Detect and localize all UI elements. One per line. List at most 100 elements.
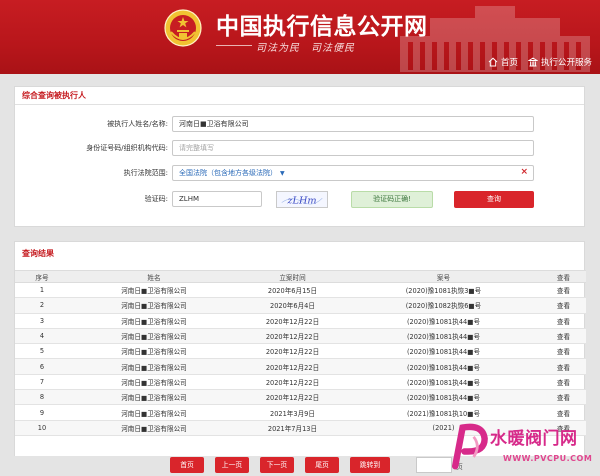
results-body: 1 河南日■卫浴有限公司 2020年6月15日 (2020)豫1081执恢3■号 查看 2… bbox=[15, 282, 586, 436]
name-input[interactable] bbox=[172, 116, 534, 132]
cell-no: 7 bbox=[15, 374, 69, 391]
table-row: 5 河南日■卫浴有限公司 2020年12月22日 (2020)豫1081执44■号 查看 bbox=[15, 343, 586, 360]
site-title: 中国执行信息公开网 bbox=[216, 14, 428, 40]
cell-name: 河南日■卫浴有限公司 bbox=[69, 328, 239, 345]
cell-date: 2020年12月22日 bbox=[239, 343, 346, 360]
court-range-value: 全国法院（包含地方各级法院） bbox=[179, 169, 277, 177]
table-row: 4 河南日■卫浴有限公司 2020年12月22日 (2020)豫1081执44■号 查看 bbox=[15, 328, 586, 345]
goto-page-button[interactable]: 跳转到 bbox=[350, 457, 390, 473]
cell-view-link[interactable]: 查看 bbox=[541, 343, 586, 360]
name-label: 被执行人姓名/名称: bbox=[107, 120, 168, 128]
header-no: 序号 bbox=[15, 270, 69, 283]
cell-case: (2020)豫1081执44■号 bbox=[346, 328, 541, 345]
nav-public-service-link[interactable]: 执行公开服务 bbox=[527, 56, 592, 68]
court-range-select[interactable]: 全国法院（包含地方各级法院） ▼ × bbox=[172, 165, 534, 181]
court-label: 执行法院范围: bbox=[123, 169, 168, 177]
cell-date: 2020年12月22日 bbox=[239, 358, 346, 375]
court-emblem-icon bbox=[164, 9, 202, 47]
cell-name: 河南日■卫浴有限公司 bbox=[69, 282, 239, 299]
header-view: 查看 bbox=[541, 270, 586, 283]
verify-status: 验证码正确! bbox=[351, 191, 433, 208]
cell-name: 河南日■卫浴有限公司 bbox=[69, 389, 239, 406]
cell-no: 1 bbox=[15, 282, 69, 299]
query-button[interactable]: 查询 bbox=[454, 191, 534, 208]
cell-no: 9 bbox=[15, 404, 69, 421]
cell-name: 河南日■卫浴有限公司 bbox=[69, 404, 239, 421]
cell-name: 河南日■卫浴有限公司 bbox=[69, 420, 239, 436]
site-slogan: 司法为民 司法便民 bbox=[256, 43, 355, 54]
clear-icon[interactable]: × bbox=[520, 167, 528, 177]
prev-page-button[interactable]: 上一页 bbox=[215, 457, 249, 473]
home-icon bbox=[488, 57, 498, 67]
captcha-input[interactable] bbox=[172, 191, 262, 207]
watermark-logo-icon bbox=[451, 423, 488, 470]
captcha-image[interactable]: zLHm bbox=[276, 191, 328, 208]
cell-case: (2020)豫1081执44■号 bbox=[346, 374, 541, 391]
slogan-divider bbox=[216, 45, 252, 46]
table-row: 2 河南日■卫浴有限公司 2020年6月4日 (2020)豫1082执恢6■号 查看 bbox=[15, 297, 586, 314]
cell-case: (2020)豫1081执44■号 bbox=[346, 389, 541, 406]
code-row: 验证码: zLHm 验证码正确! 查询 bbox=[15, 191, 586, 208]
cell-date: 2020年6月4日 bbox=[239, 297, 346, 314]
cell-case: (2020)豫1081执恢3■号 bbox=[346, 282, 541, 299]
table-row: 3 河南日■卫浴有限公司 2020年12月22日 (2020)豫1081执44■号 查看 bbox=[15, 313, 586, 329]
cell-date: 2021年7月13日 bbox=[239, 420, 346, 436]
table-row: 8 河南日■卫浴有限公司 2020年12月22日 (2020)豫1081执44■号 查看 bbox=[15, 389, 586, 406]
results-table: 序号 姓名 立案时间 案号 查看 1 河南日■卫浴有限公司 2020年6月15日 (2… bbox=[15, 270, 586, 436]
last-page-button[interactable]: 尾页 bbox=[305, 457, 339, 473]
cell-view-link[interactable]: 查看 bbox=[541, 404, 586, 421]
captcha-text: zLHm bbox=[286, 195, 316, 206]
cell-view-link[interactable]: 查看 bbox=[541, 313, 586, 329]
id-row: 身份证号码/组织机构代码: bbox=[15, 140, 586, 156]
query-panel-title: 综合查询被执行人 bbox=[15, 87, 584, 105]
first-page-button[interactable]: 首页 bbox=[170, 457, 204, 473]
id-label: 身份证号码/组织机构代码: bbox=[86, 144, 168, 152]
cell-case: (2020)豫1082执恢6■号 bbox=[346, 297, 541, 314]
table-header-row: 序号 姓名 立案时间 案号 查看 bbox=[15, 270, 586, 283]
table-row: 6 河南日■卫浴有限公司 2020年12月22日 (2020)豫1081执44■号 查看 bbox=[15, 358, 586, 375]
cell-no: 3 bbox=[15, 313, 69, 329]
cell-name: 河南日■卫浴有限公司 bbox=[69, 313, 239, 329]
nav-home-link[interactable]: 首页 bbox=[488, 56, 518, 68]
top-nav: 首页 执行公开服务 bbox=[488, 56, 592, 68]
cell-view-link[interactable]: 查看 bbox=[541, 358, 586, 375]
nav-public-service-label: 执行公开服务 bbox=[540, 58, 592, 68]
code-label: 验证码: bbox=[144, 195, 168, 203]
cell-date: 2020年12月22日 bbox=[239, 313, 346, 329]
caret-down-icon: ▼ bbox=[280, 169, 285, 177]
site-header: 中国执行信息公开网 司法为民 司法便民 首页 执行公开服务 bbox=[0, 0, 600, 74]
cell-view-link[interactable]: 查看 bbox=[541, 282, 586, 299]
cell-date: 2021年3月9日 bbox=[239, 404, 346, 421]
cell-case: (2020)豫1081执44■号 bbox=[346, 313, 541, 329]
cell-case: (2020)豫1081执44■号 bbox=[346, 358, 541, 375]
watermark-url: WWW.PVCPU.COM bbox=[503, 454, 593, 463]
table-row: 1 河南日■卫浴有限公司 2020年6月15日 (2020)豫1081执恢3■号 查看 bbox=[15, 282, 586, 299]
watermark-title: 水暖阀门网 bbox=[490, 429, 578, 449]
results-panel-title: 查询结果 bbox=[22, 249, 54, 258]
cell-date: 2020年12月22日 bbox=[239, 328, 346, 345]
cell-no: 5 bbox=[15, 343, 69, 360]
cell-view-link[interactable]: 查看 bbox=[541, 389, 586, 406]
name-row: 被执行人姓名/名称: bbox=[15, 116, 586, 132]
query-panel: 综合查询被执行人 被执行人姓名/名称: 身份证号码/组织机构代码: 执行法院范围… bbox=[14, 86, 585, 227]
cell-date: 2020年12月22日 bbox=[239, 389, 346, 406]
cell-date: 2020年12月22日 bbox=[239, 374, 346, 391]
table-row: 9 河南日■卫浴有限公司 2021年3月9日 (2021)豫1081执10■号 查看 bbox=[15, 404, 586, 421]
cell-name: 河南日■卫浴有限公司 bbox=[69, 374, 239, 391]
cell-view-link[interactable]: 查看 bbox=[541, 328, 586, 345]
cell-no: 8 bbox=[15, 389, 69, 406]
id-number-input[interactable] bbox=[172, 140, 534, 156]
cell-no: 2 bbox=[15, 297, 69, 314]
table-row: 7 河南日■卫浴有限公司 2020年12月22日 (2020)豫1081执44■号 查看 bbox=[15, 374, 586, 391]
cell-view-link[interactable]: 查看 bbox=[541, 374, 586, 391]
next-page-button[interactable]: 下一页 bbox=[260, 457, 294, 473]
header-date: 立案时间 bbox=[239, 270, 346, 283]
cell-case: (2020)豫1081执44■号 bbox=[346, 343, 541, 360]
cell-name: 河南日■卫浴有限公司 bbox=[69, 297, 239, 314]
nav-home-label: 首页 bbox=[500, 58, 518, 68]
cell-view-link[interactable]: 查看 bbox=[541, 297, 586, 314]
court-row: 执行法院范围: 全国法院（包含地方各级法院） ▼ × bbox=[15, 165, 586, 181]
building-icon bbox=[527, 57, 538, 67]
cell-date: 2020年6月15日 bbox=[239, 282, 346, 299]
cell-name: 河南日■卫浴有限公司 bbox=[69, 358, 239, 375]
